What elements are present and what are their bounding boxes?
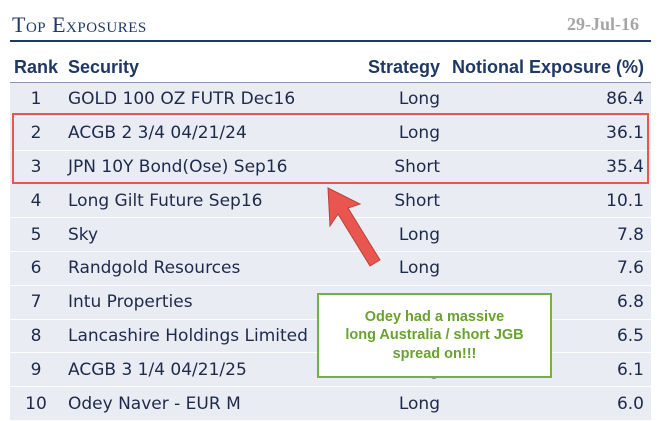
column-header-strategy: Strategy — [367, 56, 440, 77]
cell-rank: 4 — [30, 190, 42, 211]
report-date: 29-Jul-16 — [567, 14, 639, 34]
table-row: 10 Odey Naver - EUR M Long 6.0 — [10, 387, 651, 421]
table-row: 1 GOLD 100 OZ FUTR Dec16 Long 86.4 — [10, 83, 651, 117]
annotation-text: Odey had a massive long Australia / shor… — [345, 309, 524, 362]
cell-strategy: Long — [398, 393, 440, 414]
highlight-box — [12, 113, 649, 184]
column-header-exposure: Notional Exposure (%) — [451, 56, 644, 77]
table-header: Rank Security Strategy Notional Exposure… — [10, 52, 651, 83]
cell-rank: 5 — [30, 224, 42, 245]
arrow-icon — [327, 187, 381, 267]
cell-security: Odey Naver - EUR M — [68, 393, 241, 414]
cell-rank: 9 — [30, 359, 42, 380]
cell-exposure: 7.8 — [616, 224, 644, 245]
cell-rank: 8 — [30, 325, 42, 346]
cell-rank: 10 — [25, 393, 47, 414]
title-divider — [10, 40, 651, 42]
cell-rank: 7 — [30, 292, 42, 313]
cell-strategy: Long — [398, 89, 440, 110]
cell-exposure: 86.4 — [606, 89, 644, 110]
cell-security: GOLD 100 OZ FUTR Dec16 — [68, 89, 296, 110]
page-title: Top Exposures — [12, 12, 147, 37]
annotation-callout: Odey had a massive long Australia / shor… — [317, 293, 552, 378]
column-header-security: Security — [68, 56, 140, 77]
cell-rank: 1 — [30, 89, 42, 110]
cell-exposure: 7.6 — [616, 258, 644, 279]
cell-exposure: 6.0 — [616, 393, 644, 414]
cell-rank: 6 — [30, 258, 42, 279]
column-header-rank: Rank — [13, 56, 58, 77]
cell-exposure: 10.1 — [606, 190, 644, 211]
